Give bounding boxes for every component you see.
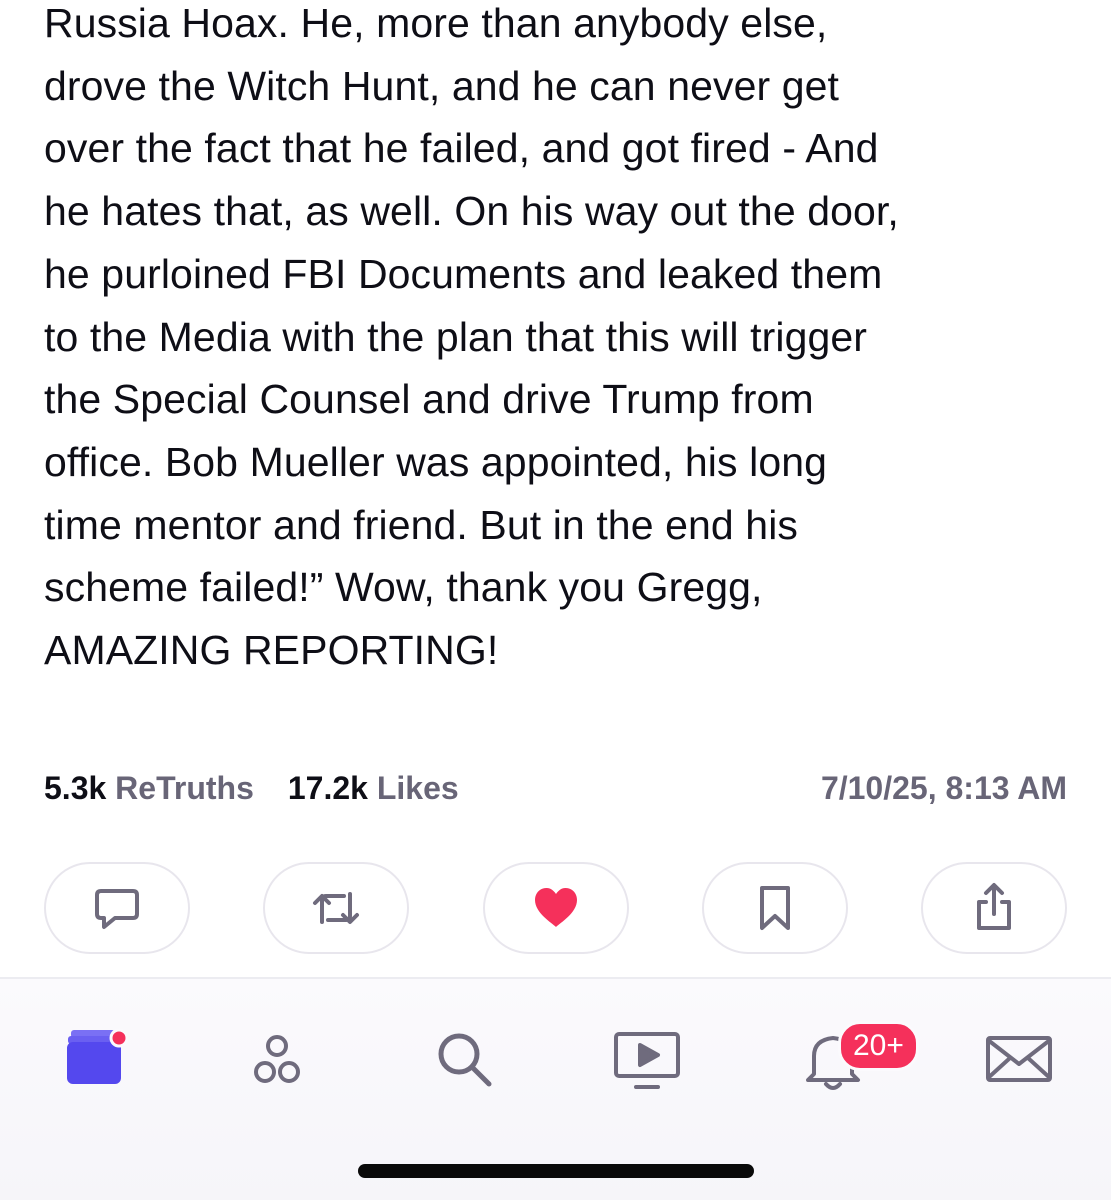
retruths-label: ReTruths <box>115 769 254 806</box>
notifications-badge: 20+ <box>838 1021 919 1071</box>
bookmark-icon <box>759 886 790 930</box>
repost-arrows-icon <box>313 892 360 924</box>
share-icon <box>977 883 1011 930</box>
video-icon <box>614 1032 680 1089</box>
groups-icon <box>254 1035 300 1083</box>
post-text-line: drove the Witch Hunt, and he can never g… <box>44 62 840 109</box>
tab-video[interactable] <box>607 1019 687 1099</box>
tab-search[interactable] <box>424 1019 504 1099</box>
like-button[interactable] <box>482 862 629 954</box>
reply-button[interactable] <box>44 862 190 954</box>
post-detail-screen: Russia Hoax. He, more than anybody else,… <box>0 0 1111 1200</box>
post-text: Russia Hoax. He, more than anybody else,… <box>44 0 1084 682</box>
retruth-button[interactable] <box>263 862 410 954</box>
post-text-line: to the Media with the plan that this wil… <box>44 313 868 360</box>
bookmark-button[interactable] <box>701 862 848 954</box>
post-action-bar <box>44 862 1067 958</box>
likes-count: 17.2k <box>287 769 368 806</box>
post-text-line: he purloined FBI Documents and leaked th… <box>44 250 883 297</box>
home-indicator <box>358 1164 754 1178</box>
share-button[interactable] <box>921 862 1067 954</box>
tab-groups[interactable] <box>237 1019 317 1099</box>
tab-messages[interactable] <box>979 1019 1059 1099</box>
post-text-line: time mentor and friend. But in the end h… <box>44 501 799 548</box>
retruths-count: 5.3k <box>44 769 107 806</box>
post-text-line: Russia Hoax. He, more than anybody else, <box>44 0 828 46</box>
post-text-line: AMAZING REPORTING! <box>44 627 499 674</box>
likes-stat[interactable]: 17.2k Likes <box>288 770 459 807</box>
post-text-line: he hates that, as well. On his way out t… <box>44 188 899 235</box>
speech-bubble-icon <box>95 889 139 929</box>
post-timestamp: 7/10/25, 8:13 AM <box>820 769 1067 806</box>
mail-icon <box>986 1036 1052 1082</box>
post-text-line: the Special Counsel and drive Trump from <box>44 376 814 423</box>
search-icon <box>438 1033 492 1087</box>
post-text-line: over the fact that he failed, and got fi… <box>44 125 879 172</box>
retruths-stat[interactable]: 5.3k ReTruths <box>44 770 254 807</box>
heart-icon <box>534 888 577 927</box>
post-stats: 5.3k ReTruths 17.2k Likes 7/10/25, 8:13 … <box>44 766 1067 810</box>
post-text-line: scheme failed!” Wow, thank you Gregg, <box>44 564 763 611</box>
post-text-line: office. Bob Mueller was appointed, his l… <box>44 438 828 485</box>
likes-label: Likes <box>376 769 459 806</box>
tab-home[interactable] <box>54 1019 134 1099</box>
home-feed-icon <box>67 1028 129 1084</box>
